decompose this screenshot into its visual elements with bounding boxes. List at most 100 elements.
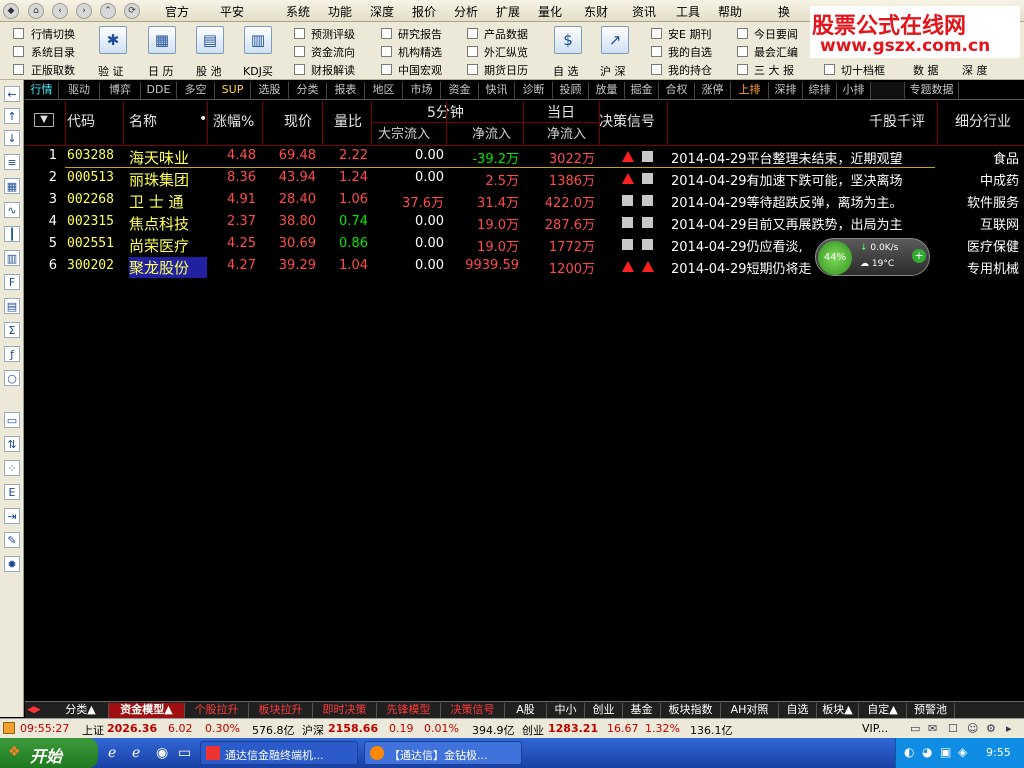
bottom-tab-13[interactable]: 自选 (779, 703, 817, 718)
bottom-tab-1[interactable]: 资金模型▲ (109, 703, 185, 718)
table-row[interactable]: 2 000513 丽珠集团 8.36 43.94 1.24 0.00 2.5万 1386万 201… (25, 168, 1024, 190)
checkbox[interactable] (381, 46, 392, 57)
col-name[interactable]: 名称 (129, 111, 157, 131)
bottom-tab-16[interactable]: 预警池 (907, 703, 955, 718)
report-icon[interactable]: ▤ (4, 298, 20, 314)
verify-button-label[interactable]: 验 证 (98, 63, 124, 79)
menu-switch[interactable]: 换 (778, 3, 790, 20)
check-label[interactable]: 产品数据 (484, 26, 528, 42)
checkbox[interactable] (737, 46, 748, 57)
grid-dots-icon[interactable]: ⁘ (4, 460, 20, 476)
col-code[interactable]: 代码 (67, 111, 95, 131)
bottom-tab-10[interactable]: 基金 (623, 703, 661, 718)
ie-icon[interactable]: ℯ (108, 745, 116, 761)
check-label[interactable]: 我的持仓 (668, 62, 712, 78)
bottom-tab-5[interactable]: 先锋模型 (377, 703, 441, 718)
sort-icon[interactable]: ⇅ (4, 436, 20, 452)
message-icon[interactable]: ☐ (948, 722, 958, 735)
menu-quote[interactable]: 报价 (412, 3, 436, 20)
network-icon[interactable]: ▣ (940, 745, 951, 759)
tab-2[interactable]: 博弈 (100, 82, 141, 99)
fan-icon[interactable]: ✱ (99, 26, 127, 54)
menu-pingan[interactable]: 平安 (220, 3, 244, 20)
arrow-down-icon[interactable]: ↓ (4, 130, 20, 146)
bottom-tab-15[interactable]: 自定▲ (859, 703, 907, 718)
table-row[interactable]: 4 002315 焦点科技 2.37 38.80 0.74 0.00 19.0万 287.6万 2… (25, 212, 1024, 234)
tray-icon[interactable]: ◐ (904, 745, 914, 759)
watchlist-button-label[interactable]: 自 选 (553, 63, 579, 79)
checkbox[interactable] (467, 46, 478, 57)
tab-18[interactable]: 涨停 (695, 82, 731, 99)
check-label[interactable]: 财报解读 (311, 62, 355, 78)
menu-analysis[interactable]: 分析 (454, 3, 478, 20)
bottom-tab-6[interactable]: 决策信号 (441, 703, 505, 718)
app-icon[interactable]: ◆ (3, 3, 19, 19)
checkbox[interactable] (381, 64, 392, 75)
tab-20[interactable]: 深排 (769, 82, 803, 99)
checkbox[interactable] (737, 64, 748, 75)
quote-list-icon[interactable]: ≡ (4, 154, 20, 170)
checkbox[interactable] (467, 64, 478, 75)
menu-dongcai[interactable]: 东财 (584, 3, 608, 20)
menu-extend[interactable]: 扩展 (496, 3, 520, 20)
checkbox[interactable] (13, 28, 24, 39)
menu-system[interactable]: 系统 (286, 3, 310, 20)
table-row[interactable]: 1 603288 海天味业 4.48 69.48 2.22 0.00 -39.2万 3022万 2… (25, 146, 1024, 168)
volume-icon[interactable]: ◈ (958, 745, 967, 759)
tab-7[interactable]: 分类 (289, 82, 327, 99)
sort-dropdown-icon[interactable]: ▼ (34, 113, 54, 127)
vip-label[interactable]: VIP... (862, 722, 888, 735)
col-signal[interactable]: 决策信号 (599, 111, 655, 131)
kdj-button-label[interactable]: KDJ买 (243, 63, 273, 79)
col-industry[interactable]: 细分行业 (955, 111, 1011, 131)
refresh-icon[interactable]: ⟳ (124, 3, 140, 19)
tab-1[interactable]: 驱动 (59, 82, 100, 99)
check-label[interactable]: 外汇纵览 (484, 44, 528, 60)
check-label[interactable]: 中国宏观 (398, 62, 442, 78)
menu-news[interactable]: 资讯 (632, 3, 656, 20)
checkbox[interactable] (294, 64, 305, 75)
tab-3[interactable]: DDE (141, 82, 177, 99)
tab-5[interactable]: SUP (215, 82, 251, 99)
tab-19[interactable]: 上排 (731, 82, 769, 99)
menu-quant[interactable]: 量化 (538, 3, 562, 20)
tab-6[interactable]: 选股 (251, 82, 289, 99)
check-label[interactable]: 三 大 报 (754, 62, 794, 78)
check-label[interactable]: 行情切换 (31, 26, 75, 42)
col-comment[interactable]: 千股千评 (869, 111, 925, 131)
check-label[interactable]: 安E 期刊 (668, 26, 711, 42)
checkbox[interactable] (294, 46, 305, 57)
table-row[interactable]: 3 002268 卫 士 通 4.91 28.40 1.06 37.6万 31.4万 422.0… (25, 190, 1024, 212)
formula-icon[interactable]: ƒ (4, 346, 20, 362)
col-volume-ratio[interactable]: 量比 (334, 111, 362, 131)
settings-icon[interactable]: ⚙ (986, 722, 996, 735)
user-icon[interactable]: ☺ (967, 722, 978, 735)
show-desktop-icon[interactable]: ▭ (178, 745, 191, 761)
check-label[interactable]: 最会汇编 (754, 44, 798, 60)
bars-icon[interactable]: ▥ (4, 250, 20, 266)
menu-depth[interactable]: 深度 (370, 3, 394, 20)
check-label[interactable]: 正版取数 (31, 62, 75, 78)
tab-23[interactable] (871, 82, 905, 99)
col-net-inflow[interactable]: 净流入 (472, 123, 511, 142)
home-icon[interactable]: ⌂ (28, 3, 44, 19)
calendar-icon[interactable]: ▦ (148, 26, 176, 54)
indicator-icon[interactable]: Σ (4, 322, 20, 338)
bottom-tab-9[interactable]: 创业 (585, 703, 623, 718)
check-label[interactable]: 切十档框 (841, 62, 885, 78)
table-icon[interactable]: ▦ (4, 178, 20, 194)
tab-4[interactable]: 多空 (177, 82, 215, 99)
tab-10[interactable]: 市场 (403, 82, 441, 99)
tab-9[interactable]: 地区 (365, 82, 403, 99)
tab-21[interactable]: 综排 (803, 82, 837, 99)
chart-icon[interactable]: ▥ (244, 26, 272, 54)
menu-help[interactable]: 帮助 (718, 3, 742, 20)
expand-icon[interactable]: ▸ (1006, 722, 1012, 735)
tab-12[interactable]: 快讯 (479, 82, 515, 99)
checkbox[interactable] (651, 46, 662, 57)
chart-line-icon[interactable]: ↗ (601, 26, 629, 54)
pool-button-label[interactable]: 股 池 (196, 63, 222, 79)
chat-icon[interactable]: ◉ (156, 745, 168, 761)
checkbox[interactable] (651, 28, 662, 39)
alert-icon[interactable] (3, 722, 15, 734)
